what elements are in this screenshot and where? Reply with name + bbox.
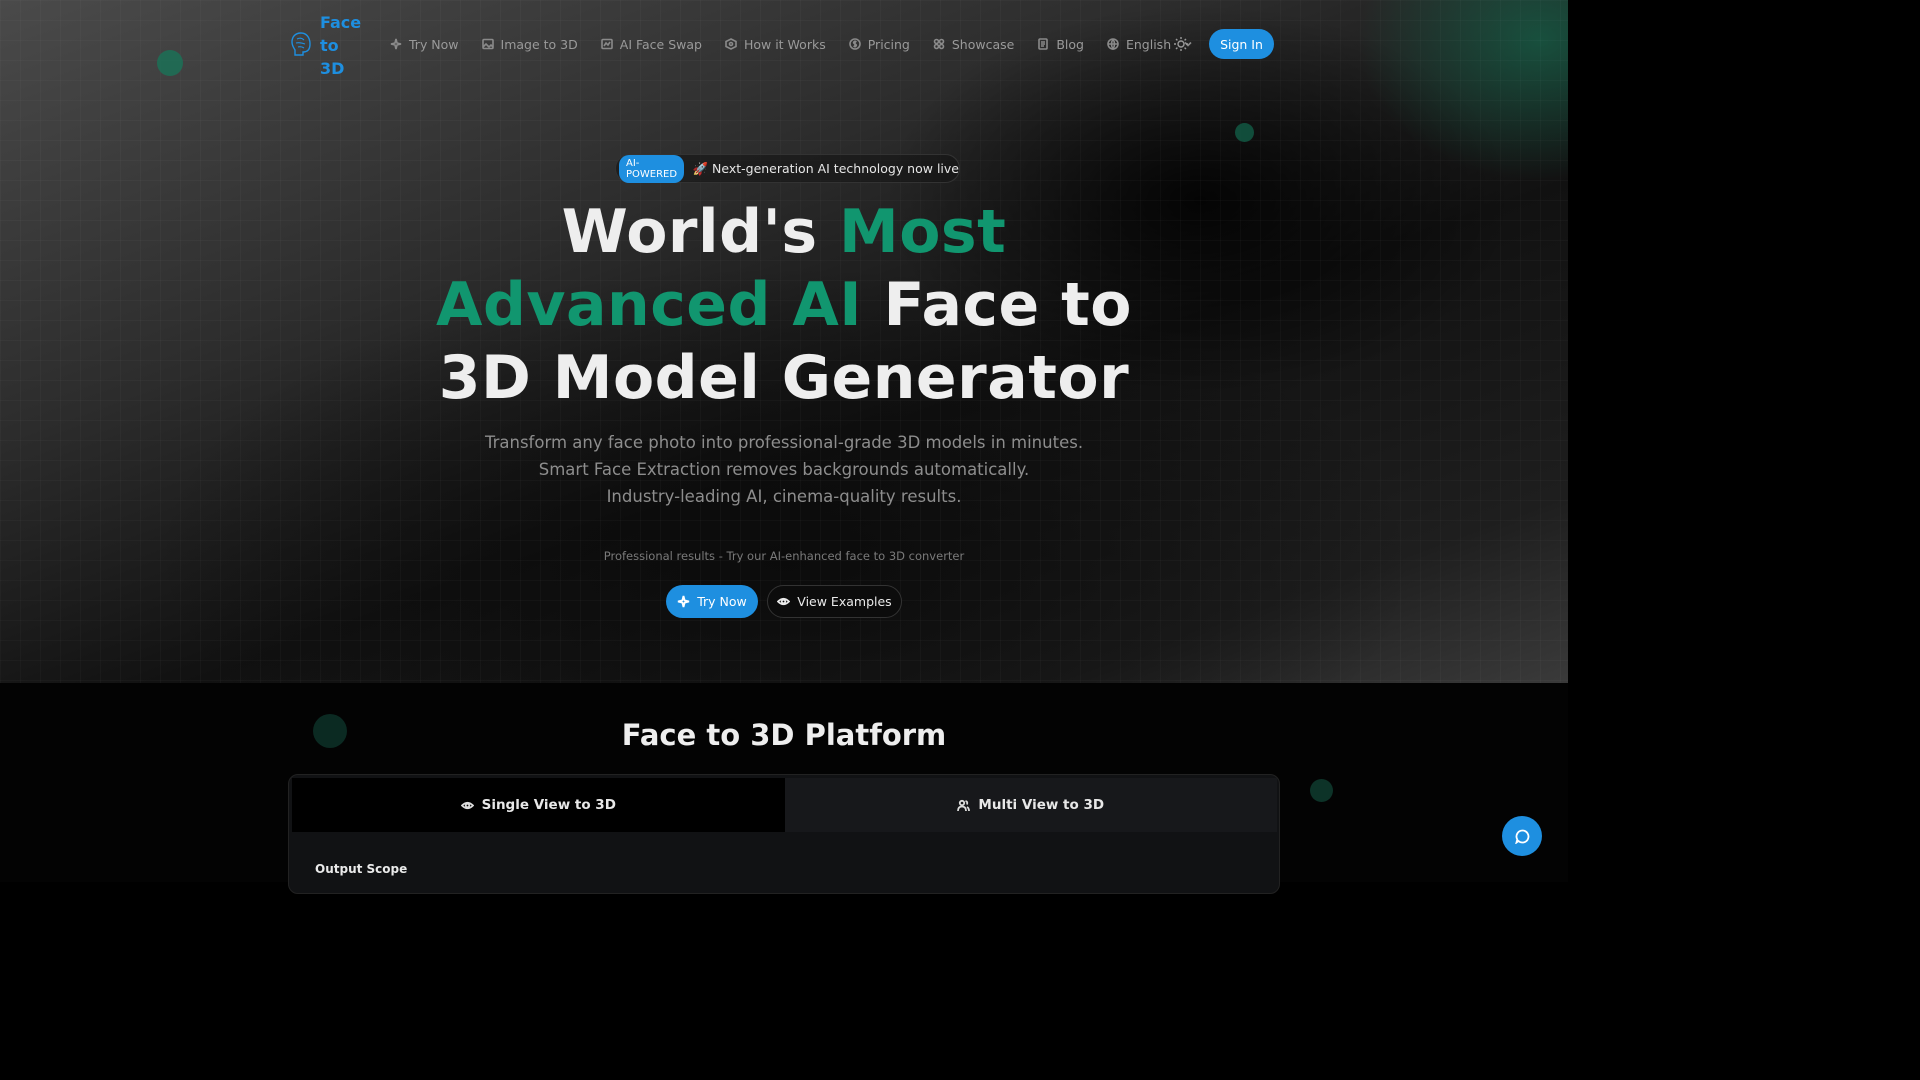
dollar-icon (848, 38, 861, 50)
try-now-button[interactable]: Try Now (666, 585, 758, 618)
platform-tabs: Single View to 3D Multi View to 3D (292, 778, 1277, 832)
nav-item-ai-face-swap[interactable]: AI Face Swap (600, 36, 702, 52)
view-examples-button[interactable]: View Examples (767, 585, 902, 618)
eye-icon (460, 801, 474, 809)
nav-item-label: Pricing (867, 36, 910, 52)
document-icon (1038, 38, 1049, 50)
platform-title: Face to 3D Platform (621, 718, 947, 752)
tab-single-view[interactable]: Single View to 3D (292, 778, 785, 832)
globe-icon (1107, 38, 1119, 50)
nav-item-label: Showcase (951, 36, 1015, 52)
decorative-dot (1310, 779, 1333, 802)
image-swap-icon (600, 38, 613, 50)
nav-item-label: Blog (1056, 36, 1084, 52)
logo[interactable]: Face to 3D (290, 11, 370, 80)
brain-icon (291, 32, 311, 56)
sign-in-button[interactable]: Sign In (1209, 29, 1274, 59)
hero-subtitle: Transform any face photo into profession… (484, 429, 1084, 510)
hero-headline: World's Most Advanced AI Face to 3D Mode… (384, 196, 1184, 415)
nav-item-try-now[interactable]: Try Now (390, 37, 459, 52)
hero-section: Face to 3D Try Now Image to 3D AI Face S… (0, 0, 1568, 683)
output-scope-label: Output Scope (315, 862, 408, 876)
decorative-dot (313, 714, 347, 748)
cube-icon (725, 38, 737, 50)
eye-icon (777, 597, 791, 606)
announcement-text: 🚀 Next-generation AI technology now live (692, 160, 959, 176)
nav-item-pricing[interactable]: Pricing (848, 36, 910, 52)
nav-links: Try Now Image to 3D AI Face Swap How it … (390, 33, 1194, 55)
nav-item-label: Try Now (409, 36, 459, 52)
language-label: English (1125, 36, 1172, 52)
brand-name-line: Face (320, 13, 362, 32)
ai-powered-badge: AI-POWERED (619, 154, 685, 183)
hero-note: Professional results - Try our AI-enhanc… (603, 549, 965, 563)
sun-icon[interactable] (1173, 36, 1189, 52)
brand-name-line: 3D (320, 59, 345, 78)
subtitle-line: Industry-leading AI, cinema-quality resu… (606, 487, 962, 506)
nav-item-showcase[interactable]: Showcase (933, 37, 1014, 52)
tab-label: Multi View to 3D (978, 797, 1105, 813)
nav-item-label: AI Face Swap (619, 36, 702, 52)
sparkles-icon (678, 595, 690, 608)
nav-item-how-it-works[interactable]: How it Works (725, 37, 826, 52)
tab-multi-view[interactable]: Multi View to 3D (785, 778, 1278, 832)
try-now-label: Try Now (697, 594, 747, 609)
nav-item-blog[interactable]: Blog (1037, 37, 1084, 52)
chat-button[interactable] (1502, 816, 1542, 856)
sparkles-icon (390, 38, 402, 50)
chat-icon (1514, 829, 1529, 844)
announcement-pill: AI-POWERED 🚀 Next-generation AI technolo… (615, 154, 960, 183)
top-navigation: Face to 3D Try Now Image to 3D AI Face S… (0, 0, 1568, 88)
tab-label: Single View to 3D (481, 797, 616, 813)
headline-part: World's (561, 197, 839, 267)
nav-item-image-to-3d[interactable]: Image to 3D (481, 36, 578, 52)
grid-icon (933, 38, 945, 50)
nav-item-label: How it Works (743, 36, 826, 52)
brand-name-line: to (320, 36, 339, 55)
view-examples-label: View Examples (797, 594, 892, 609)
brand-name: Face to 3D (320, 11, 370, 80)
decorative-dot (1235, 123, 1254, 142)
subtitle-line: Smart Face Extraction removes background… (538, 460, 1030, 479)
users-icon (957, 799, 971, 811)
image-icon (481, 38, 494, 50)
platform-panel: Single View to 3D Multi View to 3D Outpu… (288, 774, 1280, 894)
subtitle-line: Transform any face photo into profession… (484, 433, 1084, 452)
nav-item-label: Image to 3D (500, 36, 578, 52)
